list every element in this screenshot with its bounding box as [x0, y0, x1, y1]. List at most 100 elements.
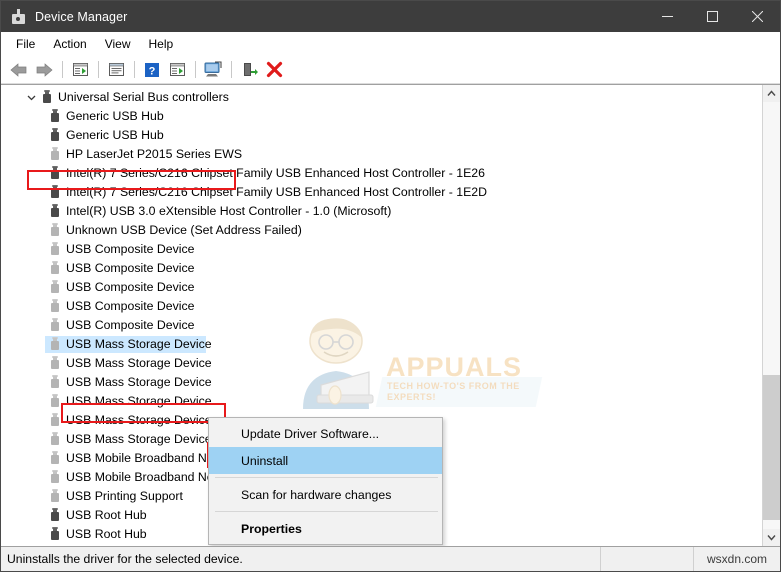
tree-item-selected[interactable]: USB Mass Storage Device: [1, 335, 762, 354]
usb-device-icon: [47, 411, 63, 430]
scan-hardware-changes-icon[interactable]: [201, 58, 225, 82]
tree-item-label: Generic USB Hub: [66, 128, 164, 142]
usb-device-icon: [47, 107, 63, 126]
status-message: Uninstalls the driver for the selected d…: [7, 552, 243, 566]
tree-item[interactable]: USB Composite Device: [1, 259, 762, 278]
usb-device-icon: [47, 164, 63, 183]
context-menu-item-scan-for-hardware-changes[interactable]: Scan for hardware changes: [209, 481, 442, 508]
usb-device-icon: [47, 278, 63, 297]
tree-item[interactable]: HP LaserJet P2015 Series EWS: [1, 145, 762, 164]
tree-node-label: Universal Serial Bus controllers: [58, 90, 229, 104]
menu-bar: File Action View Help: [1, 32, 780, 56]
usb-device-icon: [47, 544, 63, 546]
tree-item-label: USB Root Hub (xHCI): [66, 544, 186, 546]
tree-item[interactable]: Intel(R) 7 Series/C216 Chipset Family US…: [1, 164, 762, 183]
status-bar: Uninstalls the driver for the selected d…: [1, 547, 780, 571]
toolbar-separator: [62, 61, 63, 78]
tree-item-label: USB Composite Device: [66, 280, 195, 294]
source-watermark: wsxdn.com: [693, 547, 780, 571]
svg-text:?: ?: [149, 65, 156, 77]
tree-item[interactable]: USB Mass Storage Device: [1, 373, 762, 392]
tree-item-label: Intel(R) 7 Series/C216 Chipset Family US…: [66, 166, 485, 180]
tree-item[interactable]: USB Composite Device: [1, 278, 762, 297]
menu-view[interactable]: View: [96, 34, 140, 54]
tree-item[interactable]: Intel(R) 7 Series/C216 Chipset Family US…: [1, 183, 762, 202]
usb-device-icon: [47, 430, 63, 449]
context-menu: Update Driver Software... Uninstall Scan…: [208, 417, 443, 545]
usb-device-icon: [47, 145, 63, 164]
show-hide-console-tree-icon[interactable]: [68, 58, 92, 82]
tree-item-label: Intel(R) USB 3.0 eXtensible Host Control…: [66, 204, 392, 218]
usb-device-icon: [47, 297, 63, 316]
vertical-scrollbar[interactable]: [762, 85, 780, 546]
usb-device-icon: [47, 221, 63, 240]
context-menu-item-properties[interactable]: Properties: [209, 515, 442, 542]
tree-item[interactable]: Intel(R) USB 3.0 eXtensible Host Control…: [1, 202, 762, 221]
status-pane: [600, 547, 693, 571]
toolbar-separator: [134, 61, 135, 78]
tree-item[interactable]: USB Composite Device: [1, 240, 762, 259]
toolbar-separator: [231, 61, 232, 78]
toolbar-separator: [98, 61, 99, 78]
tree-node-universal-serial-bus-controllers[interactable]: Universal Serial Bus controllers: [1, 88, 762, 107]
usb-device-icon: [47, 126, 63, 145]
menu-action[interactable]: Action: [44, 34, 95, 54]
context-menu-item-uninstall[interactable]: Uninstall: [209, 447, 442, 474]
tree-item[interactable]: USB Composite Device: [1, 316, 762, 335]
tree-item-label: USB Root Hub: [66, 527, 147, 541]
tree-item[interactable]: Generic USB Hub: [1, 107, 762, 126]
usb-device-icon: [47, 183, 63, 202]
tree-item[interactable]: Unknown USB Device (Set Address Failed): [1, 221, 762, 240]
content-area: Universal Serial Bus controllers Generic…: [1, 84, 780, 547]
title-bar: Device Manager: [1, 1, 780, 32]
enable-device-icon[interactable]: [237, 58, 261, 82]
usb-device-icon: [47, 525, 63, 544]
forward-arrow-icon[interactable]: [32, 58, 56, 82]
chevron-down-icon[interactable]: [23, 88, 39, 107]
tree-item-label: USB Mass Storage Device: [66, 375, 212, 389]
tree-item-label: USB Printing Support: [66, 489, 183, 503]
menu-help[interactable]: Help: [140, 34, 183, 54]
uninstall-device-icon[interactable]: [262, 58, 286, 82]
tree-item-label: USB Mass Storage Device: [66, 394, 212, 408]
maximize-button[interactable]: [690, 1, 735, 32]
menu-file[interactable]: File: [7, 34, 44, 54]
usb-device-icon: [47, 259, 63, 278]
device-manager-icon: [11, 8, 27, 25]
device-tree[interactable]: Universal Serial Bus controllers Generic…: [1, 85, 762, 546]
usb-device-icon: [47, 392, 63, 411]
tree-item[interactable]: USB Mass Storage Device: [1, 392, 762, 411]
tree-item-label: USB Composite Device: [66, 242, 195, 256]
tree-item-label: HP LaserJet P2015 Series EWS: [66, 147, 243, 161]
minimize-button[interactable]: [645, 1, 690, 32]
usb-device-icon: [47, 240, 63, 259]
tree-item-label: USB Mass Storage Device: [66, 356, 212, 370]
tree-item-label: USB Composite Device: [66, 299, 195, 313]
usb-device-icon: [47, 468, 63, 487]
context-menu-item-update-driver-software[interactable]: Update Driver Software...: [209, 420, 442, 447]
properties-icon[interactable]: [104, 58, 128, 82]
scrollbar-thumb[interactable]: [763, 375, 780, 520]
tree-item[interactable]: Generic USB Hub: [1, 126, 762, 145]
tree-item-label: USB Root Hub: [66, 508, 147, 522]
usb-device-icon: [47, 316, 63, 335]
tree-item-label: Unknown USB Device (Set Address Failed): [66, 223, 302, 237]
usb-device-icon: [47, 373, 63, 392]
update-driver-icon[interactable]: [165, 58, 189, 82]
scroll-up-arrow-icon[interactable]: [763, 85, 780, 102]
tree-item[interactable]: USB Composite Device: [1, 297, 762, 316]
usb-device-icon: [47, 335, 63, 354]
help-icon[interactable]: ?: [140, 58, 164, 82]
device-manager-window: Device Manager File Action View Help ? U…: [0, 0, 781, 572]
usb-device-icon: [47, 354, 63, 373]
scroll-down-arrow-icon[interactable]: [763, 529, 780, 546]
close-button[interactable]: [735, 1, 780, 32]
tree-item-label: USB Mass Storage Device: [66, 413, 212, 427]
usb-controller-icon: [39, 88, 55, 107]
back-arrow-icon[interactable]: [7, 58, 31, 82]
usb-device-icon: [47, 506, 63, 525]
tree-item[interactable]: USB Mass Storage Device: [1, 354, 762, 373]
toolbar: ?: [1, 56, 780, 84]
tree-item-label: Generic USB Hub: [66, 109, 164, 123]
window-controls: [645, 1, 780, 32]
